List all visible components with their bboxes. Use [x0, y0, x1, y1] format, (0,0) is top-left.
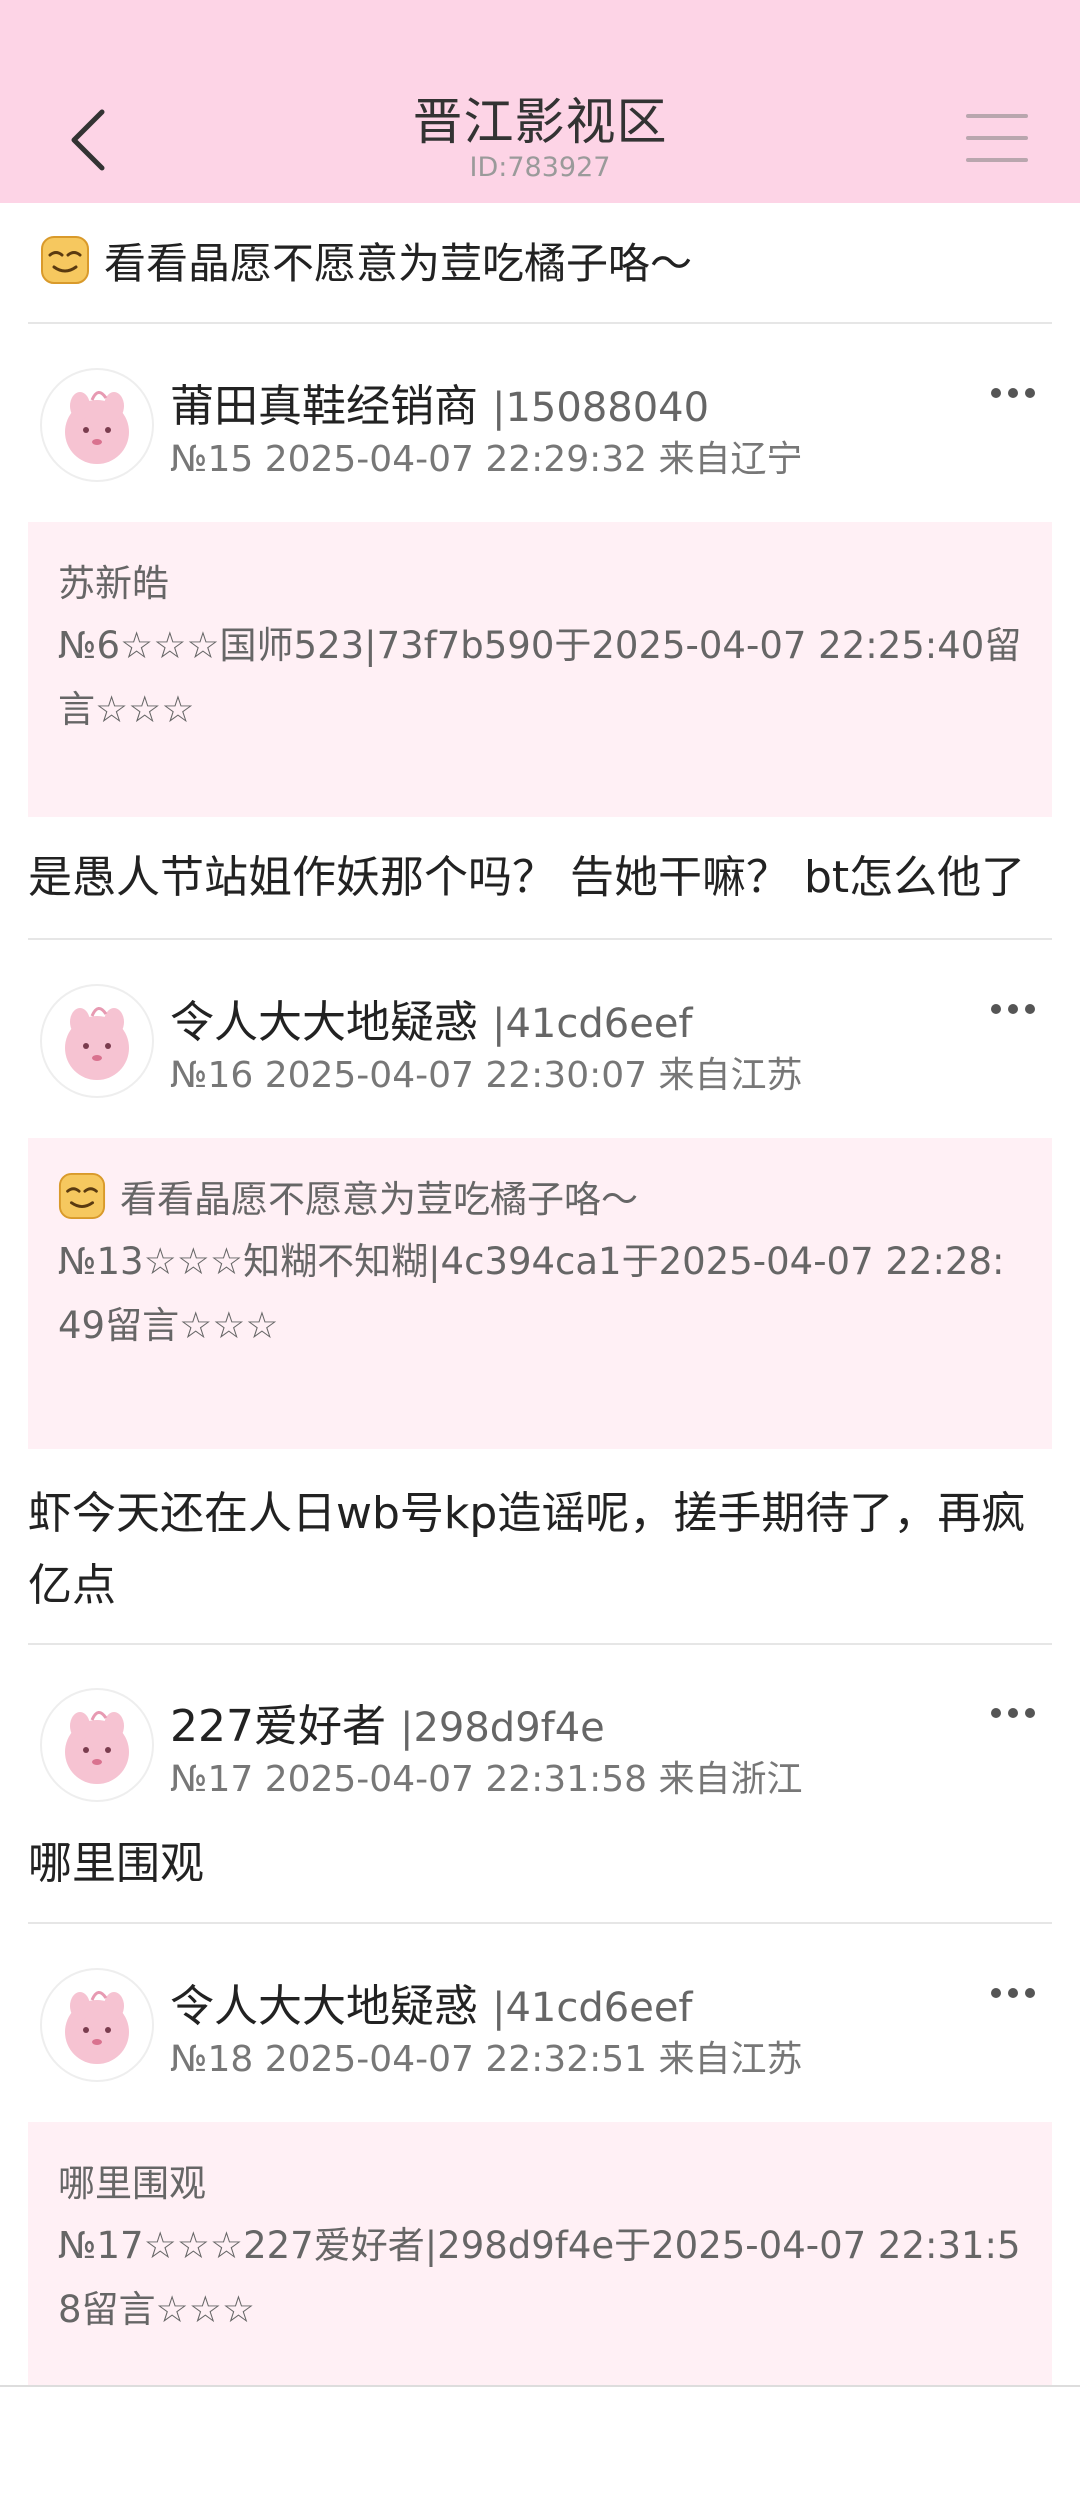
author-uid: |15088040: [492, 385, 710, 431]
author-uid: |41cd6eef: [492, 1985, 693, 2031]
post-meta: №16 2025-04-07 22:30:07 来自江苏: [170, 1055, 803, 1096]
quote-title-text: 看看晶愿不愿意为荳吃橘子咯～: [120, 1178, 638, 1221]
more-dots-icon: [991, 1988, 1035, 1998]
avatar[interactable]: [40, 1968, 154, 2082]
post-content: 虾今天还在人日wb号kp造谣呢，搓手期待了，再疯亿点: [28, 1488, 1026, 1611]
post-content: 是愚人节站姐作妖那个吗？ 告她干嘛？ bt怎么他了: [28, 852, 1026, 903]
quote-box: 苏新皓 №6☆☆☆国师523|73f7b590于2025-04-07 22:25…: [28, 522, 1052, 817]
pink-creature-avatar: [65, 1711, 129, 1784]
top-bar: 晋江影视区 ID:783927: [0, 0, 1080, 203]
menu-button[interactable]: [962, 110, 1032, 170]
more-button[interactable]: [988, 1978, 1038, 2008]
divider: [28, 1922, 1052, 1924]
bottom-divider: [0, 2385, 1080, 2387]
post-header: 令人大大地疑惑 |41cd6eef №16 2025-04-07 22:30:07…: [28, 984, 1052, 1114]
more-button[interactable]: [988, 378, 1038, 408]
quote-title: 看看晶愿不愿意为荳吃橘子咯～: [58, 1166, 1022, 1226]
post-meta: №15 2025-04-07 22:29:32 来自辽宁: [170, 439, 803, 480]
divider: [28, 322, 1052, 324]
post-header: 227爱好者 |298d9f4e №17 2025-04-07 22:31:58 …: [28, 1688, 1052, 1818]
quote-body: №6☆☆☆国师523|73f7b590于2025-04-07 22:25:40留…: [58, 624, 1022, 731]
author-name[interactable]: 令人大大地疑惑: [170, 997, 478, 1048]
smirk-emoji-icon: [41, 236, 89, 284]
author-name[interactable]: 227爱好者: [170, 1701, 386, 1752]
board-id: ID:783927: [469, 152, 611, 183]
author-name[interactable]: 莆田真鞋经销商: [170, 381, 478, 432]
author-uid: |41cd6eef: [492, 1001, 693, 1047]
avatar[interactable]: [40, 984, 154, 1098]
pink-creature-avatar: [65, 391, 129, 464]
quote-box: 看看晶愿不愿意为荳吃橘子咯～ №13☆☆☆知糊不知糊|4c394ca1于2025…: [28, 1138, 1052, 1449]
divider: [28, 938, 1052, 940]
quote-title: 哪里围观: [58, 2162, 206, 2205]
pink-creature-avatar: [65, 1991, 129, 2064]
more-button[interactable]: [988, 1698, 1038, 1728]
post-header: 令人大大地疑惑 |41cd6eef №18 2025-04-07 22:32:51…: [28, 1968, 1052, 2098]
thread-intro-text: 看看晶愿不愿意为荳吃橘子咯～: [104, 238, 693, 288]
hamburger-menu-icon: [966, 114, 1028, 162]
post-content: 哪里围观: [28, 1838, 204, 1889]
quote-body: №17☆☆☆227爱好者|298d9f4e于2025-04-07 22:31:5…: [58, 2224, 1021, 2331]
more-dots-icon: [991, 388, 1035, 398]
page-title: 晋江影视区: [412, 93, 668, 151]
quote-title: 苏新皓: [58, 562, 169, 605]
thread-intro: 看看晶愿不愿意为荳吃橘子咯～: [40, 225, 692, 295]
more-button[interactable]: [988, 994, 1038, 1024]
post-meta: №18 2025-04-07 22:32:51 来自江苏: [170, 2039, 803, 2080]
more-dots-icon: [991, 1004, 1035, 1014]
quote-box: 哪里围观 №17☆☆☆227爱好者|298d9f4e于2025-04-07 22…: [28, 2122, 1052, 2385]
smirk-emoji-icon: [58, 1172, 106, 1220]
more-dots-icon: [991, 1708, 1035, 1718]
author-uid: |298d9f4e: [399, 1705, 605, 1751]
avatar[interactable]: [40, 368, 154, 482]
avatar[interactable]: [40, 1688, 154, 1802]
divider: [28, 1643, 1052, 1645]
author-name[interactable]: 令人大大地疑惑: [170, 1981, 478, 2032]
quote-body: №13☆☆☆知糊不知糊|4c394ca1于2025-04-07 22:28:49…: [58, 1240, 1005, 1347]
pink-creature-avatar: [65, 1007, 129, 1080]
post-header: 莆田真鞋经销商 |15088040 №15 2025-04-07 22:29:32…: [28, 368, 1052, 498]
post-meta: №17 2025-04-07 22:31:58 来自浙江: [170, 1759, 803, 1800]
